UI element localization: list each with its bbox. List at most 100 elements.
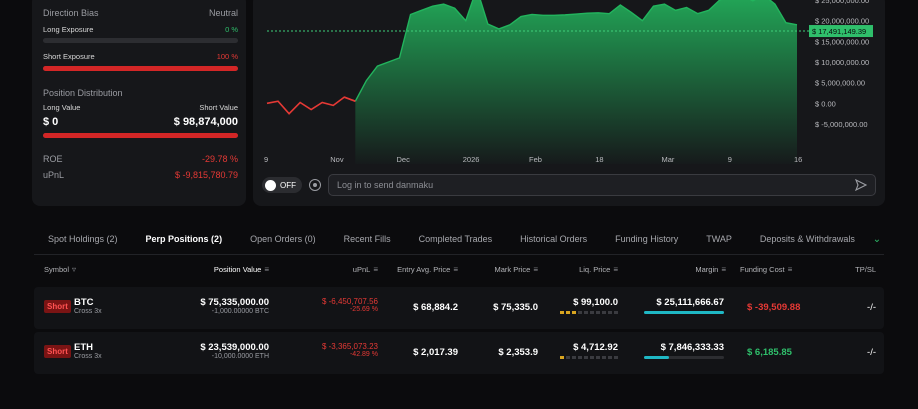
danmaku-toggle[interactable]: OFF — [262, 177, 302, 193]
header-position-value-label: Position Value — [213, 265, 262, 274]
side-badge: Short — [44, 300, 71, 313]
liq-risk-meter — [560, 311, 618, 314]
upnl-percent: -25.69 % — [349, 306, 378, 313]
x-tick-label: 18 — [595, 155, 603, 164]
roe-row: ROE -29.78 % — [43, 154, 238, 164]
filter-icon[interactable]: ▿ — [72, 265, 76, 274]
roe-value: -29.78 % — [201, 154, 238, 164]
table-row[interactable]: Short BTC Cross 3x $ 75,335,000.00 -1,00… — [34, 287, 884, 329]
x-tick-label: 2026 — [463, 155, 480, 164]
leverage: Cross 3x — [74, 308, 102, 315]
header-entry-label: Entry Avg. Price — [397, 265, 451, 274]
y-tick-label: $ 5,000,000.00 — [815, 79, 865, 88]
sort-icon: ≡ — [533, 265, 538, 274]
chevron-down-icon[interactable]: ⌄ — [870, 232, 884, 246]
liq-risk-segment — [560, 311, 564, 314]
x-tick-label: Feb — [529, 155, 542, 164]
margin-bar-fill — [644, 356, 669, 359]
header-upnl[interactable]: uPnL ≡ — [353, 265, 378, 274]
tab-perp-positions[interactable]: Perp Positions (2) — [131, 224, 237, 254]
entry-price: $ 68,884.2 — [413, 302, 458, 313]
distribution-labels-row: Long Value Short Value — [43, 103, 238, 112]
symbol-cell[interactable]: ETH Cross 3x — [74, 342, 102, 360]
upnl-amount: $ -3,365,073.23 — [321, 342, 378, 351]
positive-series-area — [355, 0, 797, 164]
tab-open-orders[interactable]: Open Orders (0) — [236, 224, 330, 254]
liq-price-cell: $ 4,712.92 — [560, 342, 618, 359]
tab-deposits-withdrawals[interactable]: Deposits & Withdrawals — [746, 224, 869, 254]
short-exposure-label: Short Exposure — [43, 52, 95, 61]
symbol: ETH — [74, 342, 93, 353]
toggle-label: OFF — [280, 180, 296, 190]
upnl-row: uPnL $ -9,815,780.79 — [43, 170, 238, 180]
positions-tabs: Spot Holdings (2) Perp Positions (2) Ope… — [34, 224, 884, 255]
liq-risk-segment — [584, 356, 588, 359]
liq-risk-segment — [602, 356, 606, 359]
liq-risk-segment — [590, 356, 594, 359]
tab-completed-trades[interactable]: Completed Trades — [405, 224, 507, 254]
tab-funding-history[interactable]: Funding History — [601, 224, 692, 254]
danmaku-input[interactable]: Log in to send danmaku — [328, 174, 876, 196]
sort-icon: ≡ — [453, 265, 458, 274]
tpsl-value[interactable]: -/- — [867, 347, 876, 358]
margin-bar — [644, 356, 724, 359]
long-value: $ 0 — [43, 116, 59, 128]
tab-recent-fills[interactable]: Recent Fills — [330, 224, 405, 254]
send-icon[interactable] — [855, 179, 867, 191]
tab-historical-orders[interactable]: Historical Orders — [506, 224, 601, 254]
header-upnl-label: uPnL — [352, 265, 371, 274]
short-exposure-bar-fill — [43, 66, 238, 71]
tpsl-value[interactable]: -/- — [867, 302, 876, 313]
table-row[interactable]: Short ETH Cross 3x $ 23,539,000.00 -10,0… — [34, 332, 884, 374]
long-exposure-bar — [43, 38, 238, 43]
position-value: $ 75,335,000.00 — [200, 297, 269, 308]
header-funding-cost[interactable]: Funding Cost ≡ — [740, 265, 792, 274]
symbol-cell[interactable]: BTC Cross 3x — [74, 297, 102, 315]
liq-risk-segment — [572, 356, 576, 359]
liq-risk-segment — [596, 356, 600, 359]
danmaku-settings-icon[interactable] — [309, 179, 321, 191]
distribution-bar — [43, 133, 238, 138]
toggle-knob — [265, 179, 276, 191]
upnl-cell: $ -6,450,707.56 -25.69 % — [322, 297, 378, 313]
negative-series-line — [266, 96, 356, 115]
header-margin[interactable]: Margin ≡ — [695, 265, 726, 274]
long-exposure-label: Long Exposure — [43, 25, 94, 34]
position-distribution-row: Position Distribution — [43, 88, 238, 98]
position-value-cell: $ 75,335,000.00 -1,000.00000 BTC — [200, 297, 269, 315]
long-exposure-value: 0 % — [225, 25, 238, 34]
sort-icon: ≡ — [264, 265, 269, 274]
header-entry-price[interactable]: Entry Avg. Price ≡ — [397, 265, 458, 274]
margin-bar — [644, 311, 724, 314]
mark-price: $ 2,353.9 — [498, 347, 538, 358]
header-position-value[interactable]: Position Value ≡ — [214, 265, 269, 274]
liq-price: $ 99,100.0 — [573, 297, 618, 308]
header-liq-price[interactable]: Liq. Price ≡ — [579, 265, 618, 274]
x-tick-label: Dec — [397, 155, 411, 164]
pnl-area-chart[interactable]: $ 25,000,000.00 $ 20,000,000.00 $ 15,000,0… — [253, 0, 885, 174]
y-tick-label: $ 0.00 — [815, 99, 836, 108]
liq-risk-segment — [578, 311, 582, 314]
position-distribution-label: Position Distribution — [43, 88, 123, 98]
tab-spot-holdings[interactable]: Spot Holdings (2) — [34, 224, 132, 254]
header-symbol-label: Symbol — [44, 265, 70, 274]
x-tick-label: 16 — [794, 155, 802, 164]
direction-bias-label: Direction Bias — [43, 8, 99, 18]
header-mark-label: Mark Price — [494, 265, 531, 274]
header-symbol[interactable]: Symbol ▿ — [44, 265, 76, 274]
upnl-percent: -42.89 % — [349, 351, 378, 358]
sort-icon: ≡ — [721, 265, 726, 274]
margin-cell: $ 7,846,333.33 — [634, 342, 724, 359]
direction-bias-row: Direction Bias Neutral — [43, 8, 238, 18]
header-mark-price[interactable]: Mark Price ≡ — [494, 265, 538, 274]
negative-series-tail — [344, 96, 356, 103]
tab-twap[interactable]: TWAP — [692, 224, 746, 254]
pnl-chart-card: $ 25,000,000.00 $ 20,000,000.00 $ 15,000,0… — [253, 0, 885, 206]
header-funding-label: Funding Cost — [740, 265, 785, 274]
short-value-label: Short Value — [199, 103, 238, 112]
symbol: BTC — [74, 297, 94, 308]
position-size: -1,000.00000 BTC — [211, 308, 269, 315]
x-tick-label: Mar — [662, 155, 675, 164]
position-value-cell: $ 23,539,000.00 -10,000.0000 ETH — [200, 342, 269, 360]
y-tick-label: $ 20,000,000.00 — [815, 17, 869, 26]
